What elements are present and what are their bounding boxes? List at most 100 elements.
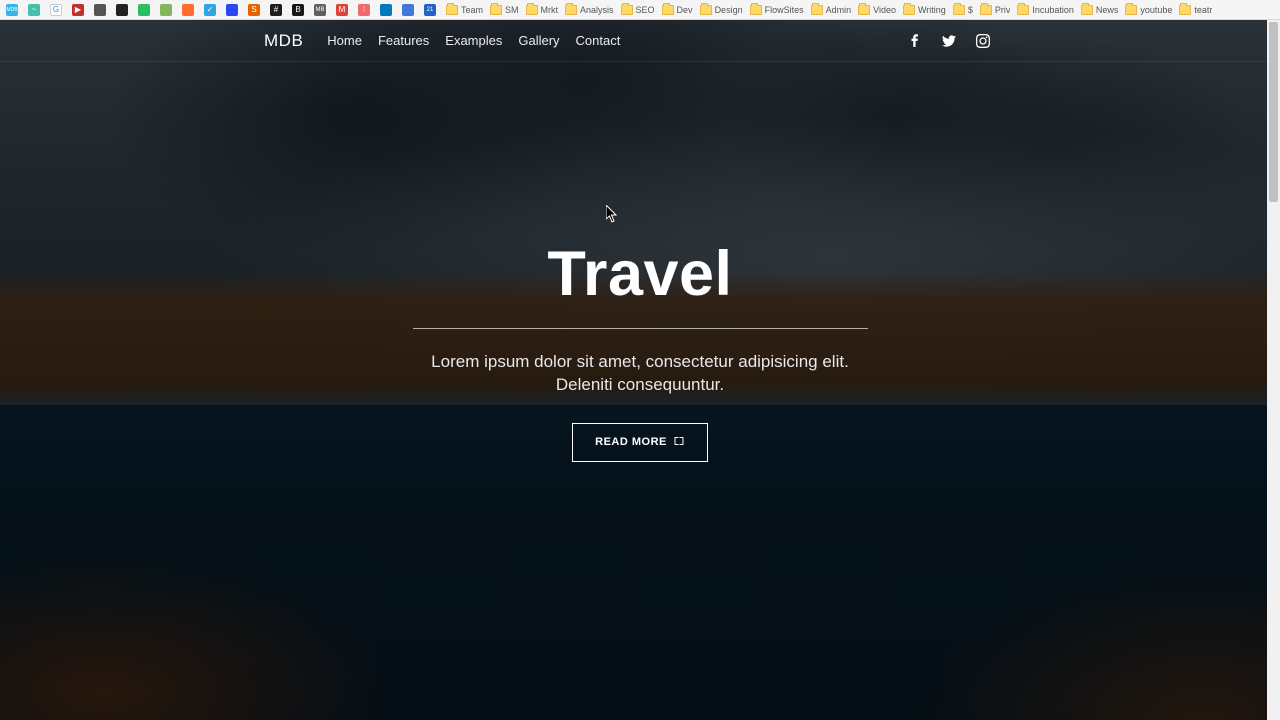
bookmark-favicon [226,4,238,16]
book-icon [673,435,685,450]
bookmark-favicon [116,4,128,16]
bookmark-favicon: ~ [28,4,40,16]
bookmark-folder[interactable]: Team [444,4,485,16]
folder-icon [446,5,458,15]
nav-link-examples[interactable]: Examples [443,29,504,52]
bookmark-favicon: # [270,4,282,16]
bookmark-item[interactable]: ▶ [70,3,89,17]
bookmark-folder[interactable]: SEO [619,4,657,16]
bookmark-folder[interactable]: Incubation [1015,4,1076,16]
bookmark-folder[interactable]: youtube [1123,4,1174,16]
bookmark-folder[interactable]: $ [951,4,975,16]
main-navbar: MDB Home Features Examples Gallery Conta… [0,20,1280,62]
bookmark-label: SEO [636,5,655,15]
brand-logo[interactable]: MDB [264,31,303,51]
bookmark-folder[interactable]: SM [488,4,521,16]
hero-divider [413,328,868,329]
bookmark-item[interactable]: ✓ [202,3,221,17]
bookmark-folder[interactable]: Dev [660,4,695,16]
facebook-icon[interactable] [908,34,922,48]
folder-icon [526,5,538,15]
hero-lead: Lorem ipsum dolor sit amet, consectetur … [410,351,870,397]
bookmark-favicon: ▶ [72,4,84,16]
bookmark-label: SM [505,5,519,15]
bookmark-label: Admin [826,5,852,15]
bookmark-label: Video [873,5,896,15]
bookmark-folder[interactable]: FlowSites [748,4,806,16]
bookmark-label: $ [968,5,973,15]
bookmark-favicon: ⁝ [358,4,370,16]
bookmark-label: Analysis [580,5,614,15]
bookmark-folder[interactable]: News [1079,4,1121,16]
bookmark-item[interactable] [114,3,133,17]
bookmark-item[interactable]: G [48,3,67,17]
folder-icon [700,5,712,15]
folder-icon [903,5,915,15]
bookmark-favicon [138,4,150,16]
bookmark-favicon [160,4,172,16]
bookmark-folder[interactable]: Analysis [563,4,616,16]
bookmark-label: Incubation [1032,5,1074,15]
folder-icon [490,5,502,15]
bookmark-item[interactable] [136,3,155,17]
folder-icon [980,5,992,15]
nav-social-group [908,34,990,48]
bookmark-label: Priv [995,5,1011,15]
bookmark-favicon: ✓ [204,4,216,16]
bookmark-item[interactable] [400,3,419,17]
bookmark-item[interactable]: 21 [422,3,441,17]
bookmark-folder[interactable]: Design [698,4,745,16]
twitter-icon[interactable] [942,34,956,48]
bookmark-item[interactable]: S [246,3,265,17]
bookmark-item[interactable]: ⁝ [356,3,375,17]
bookmark-item[interactable]: B [290,3,309,17]
folder-icon [750,5,762,15]
bookmark-folder[interactable]: Writing [901,4,948,16]
nav-link-gallery[interactable]: Gallery [516,29,561,52]
instagram-icon[interactable] [976,34,990,48]
bookmark-label: Team [461,5,483,15]
bookmark-item[interactable] [224,3,243,17]
bookmark-item[interactable]: MDB [4,3,23,17]
hero-section: Travel Lorem ipsum dolor sit amet, conse… [0,20,1280,720]
bookmark-favicon: MDB [6,4,18,16]
bookmark-label: FlowSites [765,5,804,15]
bookmark-folder[interactable]: Video [856,4,898,16]
folder-icon [621,5,633,15]
folder-icon [1017,5,1029,15]
bookmark-folder[interactable]: Admin [809,4,854,16]
bookmark-item[interactable]: ~ [26,3,45,17]
bookmark-folder[interactable]: Priv [978,4,1013,16]
nav-link-features[interactable]: Features [376,29,431,52]
bookmark-favicon [380,4,392,16]
folder-icon [1125,5,1137,15]
folder-icon [858,5,870,15]
bookmark-folder[interactable]: Mrkt [524,4,561,16]
bookmark-folder[interactable]: teatr [1177,4,1214,16]
bookmark-favicon: B [292,4,304,16]
bookmark-item[interactable]: MB [312,3,331,17]
bookmark-item[interactable] [180,3,199,17]
read-more-label: READ MORE [595,436,667,448]
folder-icon [953,5,965,15]
bookmark-label: News [1096,5,1119,15]
bookmark-favicon: MB [314,4,326,16]
bookmark-label: Writing [918,5,946,15]
bookmark-favicon: 21 [424,4,436,16]
nav-link-home[interactable]: Home [325,29,364,52]
bookmark-item[interactable] [378,3,397,17]
page-viewport: MDB Home Features Examples Gallery Conta… [0,20,1280,720]
nav-link-contact[interactable]: Contact [574,29,623,52]
bookmark-item[interactable]: # [268,3,287,17]
bookmark-item[interactable] [158,3,177,17]
bookmark-favicon: S [248,4,260,16]
bookmark-favicon: M [336,4,348,16]
bookmark-favicon [94,4,106,16]
bookmark-item[interactable]: M [334,3,353,17]
bookmark-label: teatr [1194,5,1212,15]
bookmark-item[interactable] [92,3,111,17]
folder-icon [1081,5,1093,15]
bookmark-favicon [402,4,414,16]
read-more-button[interactable]: READ MORE [572,423,708,462]
bookmark-label: youtube [1140,5,1172,15]
